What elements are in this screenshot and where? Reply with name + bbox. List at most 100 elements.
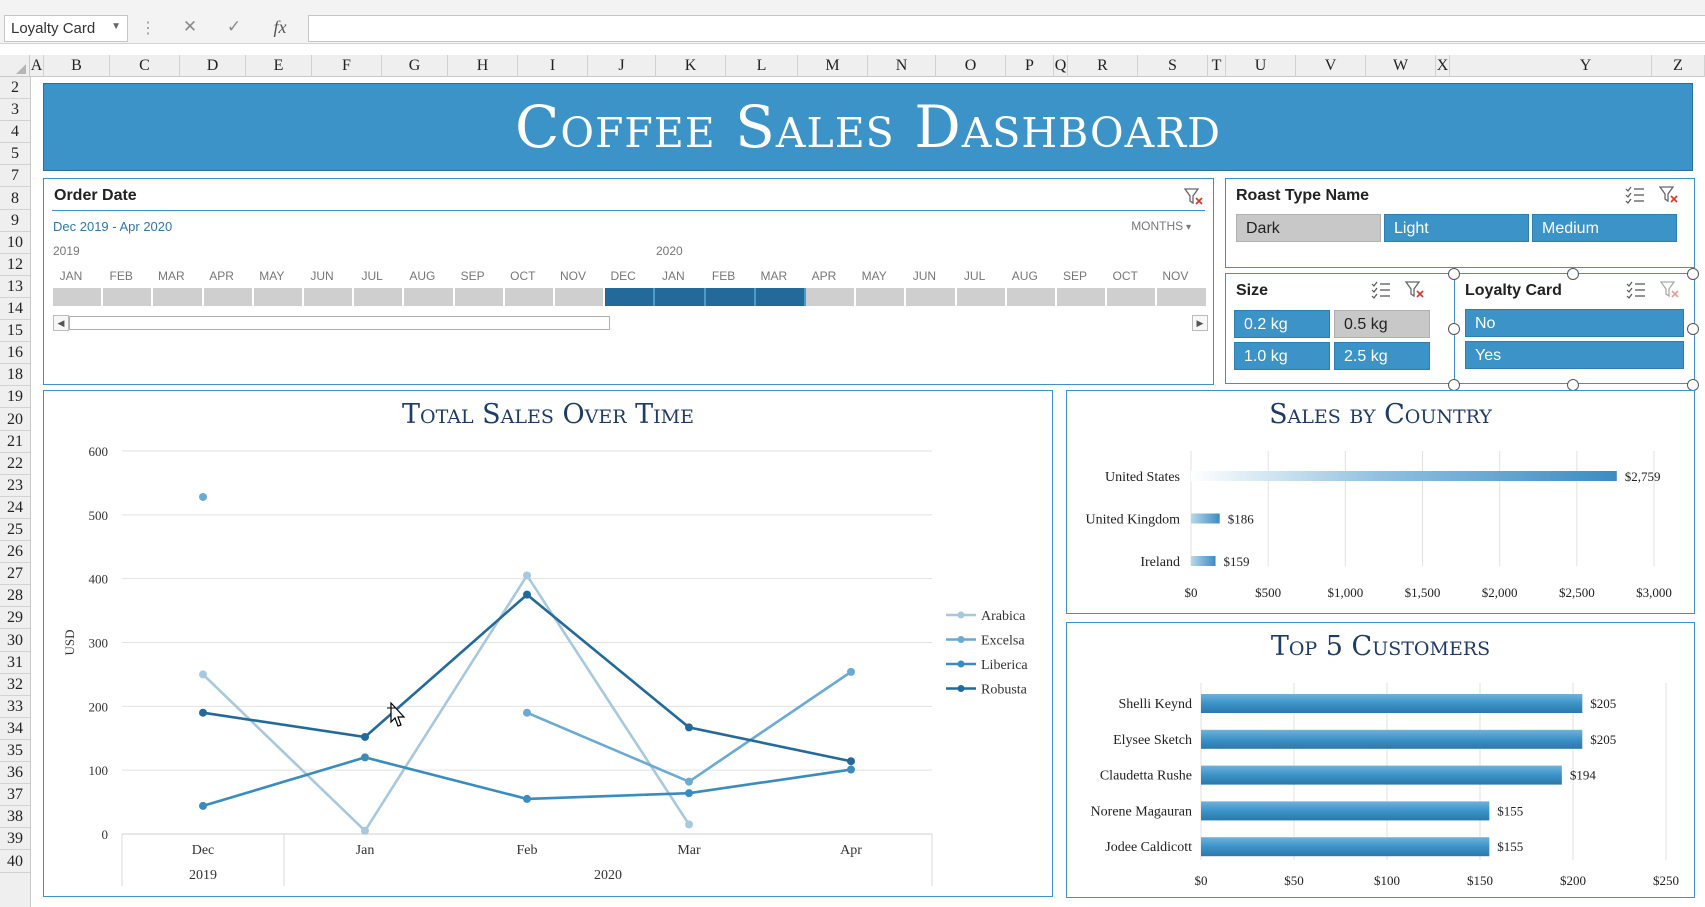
- timeline-month-bar[interactable]: [705, 288, 756, 306]
- data-point-liberica[interactable]: [361, 753, 369, 762]
- timeline-month-bar[interactable]: [504, 288, 555, 306]
- row-header-35[interactable]: 35: [0, 740, 30, 762]
- column-header-o[interactable]: O: [936, 55, 1006, 77]
- roast-medium-item[interactable]: Medium: [1532, 214, 1677, 242]
- formula-input[interactable]: [308, 15, 1705, 42]
- size-slicer[interactable]: Size 0.2 kg 0.5 kg 1.0 kg 2.5 kg: [1225, 273, 1455, 384]
- column-header-z[interactable]: Z: [1652, 55, 1705, 77]
- timeline-month-bar[interactable]: [53, 288, 104, 306]
- roast-dark-item[interactable]: Dark: [1236, 214, 1381, 242]
- row-header-39[interactable]: 39: [0, 828, 30, 851]
- column-header-p[interactable]: P: [1006, 55, 1054, 77]
- size-0-2kg-item[interactable]: 0.2 kg: [1234, 310, 1330, 338]
- column-header-f[interactable]: F: [312, 55, 382, 77]
- timeline-month-bar[interactable]: [755, 288, 806, 306]
- timeline-month-bar[interactable]: [354, 288, 405, 306]
- timeline-month-bar[interactable]: [454, 288, 505, 306]
- multi-select-icon[interactable]: [1370, 280, 1392, 300]
- data-point-robusta[interactable]: [847, 757, 855, 766]
- row-header-16[interactable]: 16: [0, 342, 30, 365]
- column-header-w[interactable]: W: [1366, 55, 1436, 77]
- row-header-31[interactable]: 31: [0, 652, 30, 674]
- cancel-icon[interactable]: ✕: [178, 17, 202, 39]
- sales-by-country-chart[interactable]: Sales by Country $0 $500 $1,000 $1,500 $2,00…: [1066, 390, 1695, 614]
- column-header-c[interactable]: C: [110, 55, 180, 77]
- timeline-month-bar[interactable]: [153, 288, 204, 306]
- column-header-g[interactable]: G: [382, 55, 448, 77]
- timeline-month-bar[interactable]: [304, 288, 355, 306]
- data-point-arabica[interactable]: [523, 571, 531, 580]
- timeline-month-bar[interactable]: [856, 288, 907, 306]
- row-header-8[interactable]: 8: [0, 188, 30, 210]
- row-header-28[interactable]: 28: [0, 585, 30, 608]
- clear-filter-icon[interactable]: [1659, 280, 1681, 300]
- timeline-month-bar[interactable]: [1107, 288, 1158, 306]
- data-point-arabica[interactable]: [361, 826, 369, 835]
- data-point-arabica[interactable]: [199, 670, 207, 679]
- resize-handle-nw[interactable]: [1448, 268, 1460, 280]
- row-header-30[interactable]: 30: [0, 630, 30, 652]
- row-header-19[interactable]: 19: [0, 386, 30, 409]
- row-header-38[interactable]: 38: [0, 806, 30, 829]
- row-header-18[interactable]: 18: [0, 364, 30, 387]
- timeline-month-bar[interactable]: [806, 288, 857, 306]
- timeline-month-bar[interactable]: [253, 288, 304, 306]
- timeline-month-bar[interactable]: [555, 288, 606, 306]
- loyalty-yes-item[interactable]: Yes: [1465, 341, 1684, 369]
- size-0-5kg-item[interactable]: 0.5 kg: [1334, 310, 1430, 338]
- data-point-excelsa[interactable]: [685, 777, 693, 786]
- name-box[interactable]: Loyalty Card ▼: [4, 15, 128, 42]
- data-point-arabica[interactable]: [685, 820, 693, 829]
- customer-bar[interactable]: [1201, 801, 1490, 821]
- data-point-liberica[interactable]: [523, 794, 531, 803]
- column-header-t[interactable]: T: [1208, 55, 1226, 77]
- timeline-month-bar[interactable]: [404, 288, 455, 306]
- legend-label[interactable]: Liberica: [981, 658, 1028, 673]
- scroll-right-icon[interactable]: ▶: [1192, 315, 1208, 331]
- country-bar[interactable]: [1191, 556, 1216, 566]
- order-date-timeline[interactable]: Order Date Dec 2019 - Apr 2020 MONTHS 20…: [43, 178, 1214, 385]
- row-header-10[interactable]: 10: [0, 232, 30, 254]
- row-header-15[interactable]: 15: [0, 320, 30, 343]
- row-header-14[interactable]: 14: [0, 298, 30, 320]
- legend-label[interactable]: Arabica: [981, 609, 1026, 624]
- row-header-40[interactable]: 40: [0, 851, 30, 873]
- multi-select-icon[interactable]: [1625, 280, 1647, 300]
- resize-handle-w[interactable]: [1448, 323, 1460, 335]
- data-point-robusta[interactable]: [685, 723, 693, 732]
- column-header-s[interactable]: S: [1138, 55, 1208, 77]
- column-header-y[interactable]: Y: [1520, 55, 1652, 77]
- data-point-liberica[interactable]: [199, 801, 207, 810]
- row-header-21[interactable]: 21: [0, 431, 30, 453]
- row-header-13[interactable]: 13: [0, 276, 30, 298]
- row-header-37[interactable]: 37: [0, 784, 30, 807]
- country-bar[interactable]: [1191, 471, 1617, 481]
- row-header-26[interactable]: 26: [0, 541, 30, 564]
- resize-handle-n[interactable]: [1567, 268, 1579, 280]
- insert-function-icon[interactable]: fx: [268, 17, 292, 39]
- data-point-robusta[interactable]: [523, 590, 531, 599]
- row-header-4[interactable]: 4: [0, 121, 30, 144]
- row-header-32[interactable]: 32: [0, 674, 30, 696]
- clear-filter-icon[interactable]: [1658, 185, 1680, 205]
- size-1-0kg-item[interactable]: 1.0 kg: [1234, 342, 1330, 370]
- roast-type-slicer[interactable]: Roast Type Name Dark Light Medium: [1225, 178, 1695, 268]
- timeline-month-bar[interactable]: [655, 288, 706, 306]
- column-header-l[interactable]: L: [726, 55, 798, 77]
- column-header-v[interactable]: V: [1296, 55, 1366, 77]
- multi-select-icon[interactable]: [1624, 185, 1646, 205]
- row-header-29[interactable]: 29: [0, 607, 30, 630]
- row-header-12[interactable]: 12: [0, 254, 30, 276]
- row-header-9[interactable]: 9: [0, 210, 30, 232]
- customer-bar[interactable]: [1201, 837, 1490, 857]
- row-header-33[interactable]: 33: [0, 696, 30, 718]
- row-header-27[interactable]: 27: [0, 563, 30, 586]
- column-header-i[interactable]: I: [518, 55, 588, 77]
- timeline-month-bar[interactable]: [1157, 288, 1208, 306]
- top-customers-chart[interactable]: Top 5 Customers $0 $50 $100 $150 $200 $250 She…: [1066, 622, 1695, 898]
- timeline-scrollbar[interactable]: ◀ ▶: [53, 315, 1208, 331]
- data-point-robusta[interactable]: [361, 732, 369, 741]
- data-point-robusta[interactable]: [199, 708, 207, 717]
- column-header-k[interactable]: K: [656, 55, 726, 77]
- data-point-liberica[interactable]: [685, 789, 693, 798]
